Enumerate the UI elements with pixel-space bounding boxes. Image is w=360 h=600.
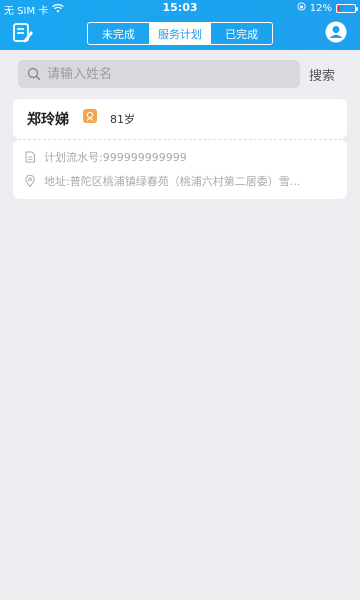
plan-number-row: 计划流水号:999999999999 xyxy=(24,149,342,165)
location-pin-icon xyxy=(25,175,35,187)
card-notch-right xyxy=(343,135,351,143)
status-segment-control: 未完成 服务计划 已完成 xyxy=(87,22,273,45)
card-notch-left xyxy=(9,135,17,143)
document-icon xyxy=(25,151,35,163)
status-right: 12% xyxy=(297,2,358,14)
user-profile-icon[interactable] xyxy=(325,21,347,43)
orientation-lock-icon xyxy=(297,2,306,14)
plan-number: 计划流水号:999999999999 xyxy=(44,151,187,164)
edit-document-icon[interactable] xyxy=(12,22,34,44)
search-input[interactable] xyxy=(47,66,287,82)
client-age: 81岁 xyxy=(110,113,135,126)
tab-completed[interactable]: 已完成 xyxy=(211,23,272,44)
service-plan-card[interactable]: 郑玲娣 81岁 计划流水号:999999999999 地址:普陀区桃浦镇绿春苑（… xyxy=(9,99,351,199)
female-icon xyxy=(83,109,97,123)
search-icon xyxy=(27,67,41,81)
status-bar: 无 SIM 卡 15:03 12% xyxy=(0,0,360,17)
search-button[interactable]: 搜索 xyxy=(309,65,335,84)
battery-percent: 12% xyxy=(309,2,332,14)
app-header: 无 SIM 卡 15:03 12% 未完成 服务计划 已完成 xyxy=(0,0,360,50)
search-bar xyxy=(18,60,300,88)
battery-level xyxy=(338,5,340,11)
client-name: 郑玲娣 xyxy=(27,112,69,128)
address-text: 地址:普陀区桃浦镇绿春苑（桃浦六村第二居委）雪... xyxy=(44,175,301,188)
tab-unfinished[interactable]: 未完成 xyxy=(88,23,150,44)
tab-service-plan[interactable]: 服务计划 xyxy=(149,23,212,44)
card-divider xyxy=(13,139,347,140)
address-row: 地址:普陀区桃浦镇绿春苑（桃浦六村第二居委）雪... xyxy=(24,173,342,189)
battery-icon xyxy=(336,3,358,13)
